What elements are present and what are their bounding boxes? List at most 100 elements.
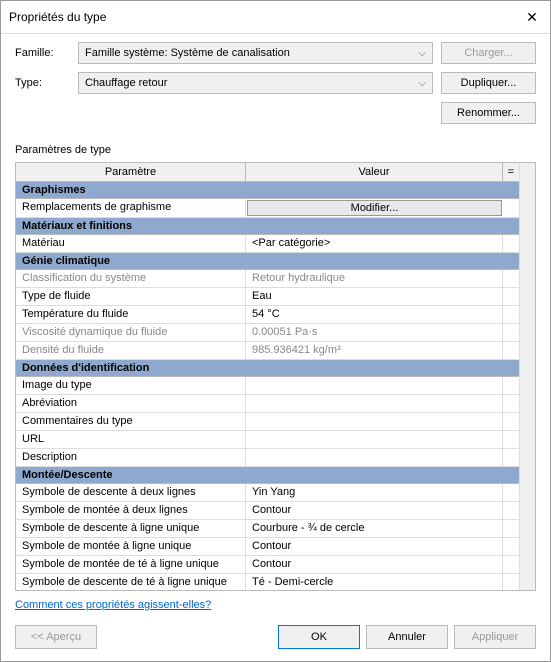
value-cell[interactable]: Té - Demi-cercle bbox=[246, 574, 503, 590]
param-cell: Viscosité dynamique du fluide bbox=[16, 324, 246, 341]
table-row[interactable]: Description bbox=[16, 449, 519, 467]
param-cell: Image du type bbox=[16, 377, 246, 394]
table-row[interactable]: Viscosité dynamique du fluide0.00051 Pa·… bbox=[16, 324, 519, 342]
param-cell: Remplacements de graphisme bbox=[16, 199, 246, 217]
eq-cell bbox=[503, 270, 519, 287]
value-cell[interactable]: Retour hydraulique bbox=[246, 270, 503, 287]
edit-button[interactable]: Modifier... bbox=[247, 200, 502, 216]
table-row[interactable]: Commentaires du type bbox=[16, 413, 519, 431]
eq-cell bbox=[503, 235, 519, 252]
eq-cell bbox=[503, 377, 519, 394]
help-link[interactable]: Comment ces propriétés agissent-elles? bbox=[15, 599, 211, 611]
table-row[interactable]: Densité du fluide985.936421 kg/m³ bbox=[16, 342, 519, 360]
table-row[interactable]: Symbole de montée à ligne uniqueContour bbox=[16, 538, 519, 556]
eq-cell bbox=[503, 520, 519, 537]
eq-cell bbox=[503, 413, 519, 430]
close-icon[interactable]: ✕ bbox=[522, 7, 542, 27]
type-properties-dialog: Propriétés du type ✕ Famille: Famille sy… bbox=[0, 0, 551, 662]
value-cell[interactable] bbox=[246, 395, 503, 412]
eq-cell bbox=[503, 449, 519, 466]
value-cell[interactable]: 985.936421 kg/m³ bbox=[246, 342, 503, 359]
param-cell: URL bbox=[16, 431, 246, 448]
family-value: Famille système: Système de canalisation bbox=[85, 47, 290, 59]
eq-cell bbox=[503, 199, 519, 217]
cancel-button[interactable]: Annuler bbox=[366, 625, 448, 649]
eq-cell bbox=[503, 431, 519, 448]
eq-cell bbox=[503, 538, 519, 555]
param-cell: Commentaires du type bbox=[16, 413, 246, 430]
col-header-eq[interactable]: = bbox=[503, 163, 519, 181]
eq-cell bbox=[503, 502, 519, 519]
value-cell[interactable] bbox=[246, 413, 503, 430]
value-cell[interactable] bbox=[246, 377, 503, 394]
table-row[interactable]: Classification du systèmeRetour hydrauli… bbox=[16, 270, 519, 288]
eq-cell bbox=[503, 342, 519, 359]
param-cell: Symbole de descente de té à ligne unique bbox=[16, 574, 246, 590]
table-row[interactable]: Matériau<Par catégorie> bbox=[16, 235, 519, 253]
duplicate-button[interactable]: Dupliquer... bbox=[441, 72, 536, 94]
scrollbar[interactable] bbox=[519, 163, 535, 590]
table-row[interactable]: Symbole de descente à deux lignesYin Yan… bbox=[16, 484, 519, 502]
param-cell: Description bbox=[16, 449, 246, 466]
rename-button[interactable]: Renommer... bbox=[441, 102, 536, 124]
table-row[interactable]: Température du fluide54 °C bbox=[16, 306, 519, 324]
table-row[interactable]: URL bbox=[16, 431, 519, 449]
group-header[interactable]: Graphismes bbox=[16, 182, 519, 199]
param-cell: Abréviation bbox=[16, 395, 246, 412]
param-cell: Type de fluide bbox=[16, 288, 246, 305]
type-value: Chauffage retour bbox=[85, 77, 167, 89]
param-cell: Classification du système bbox=[16, 270, 246, 287]
table-row[interactable]: Symbole de montée à deux lignesContour bbox=[16, 502, 519, 520]
col-header-param[interactable]: Paramètre bbox=[16, 163, 246, 181]
type-label: Type: bbox=[15, 77, 70, 89]
load-button: Charger... bbox=[441, 42, 536, 64]
ok-button[interactable]: OK bbox=[278, 625, 360, 649]
param-cell: Symbole de descente à deux lignes bbox=[16, 484, 246, 501]
param-cell: Symbole de montée à ligne unique bbox=[16, 538, 246, 555]
value-cell[interactable]: Eau bbox=[246, 288, 503, 305]
eq-cell bbox=[503, 324, 519, 341]
group-header[interactable]: Génie climatique bbox=[16, 253, 519, 270]
dialog-title: Propriétés du type bbox=[9, 10, 106, 24]
top-form: Famille: Famille système: Système de can… bbox=[1, 34, 550, 136]
value-cell[interactable]: Contour bbox=[246, 538, 503, 555]
param-cell: Densité du fluide bbox=[16, 342, 246, 359]
value-cell[interactable] bbox=[246, 431, 503, 448]
param-cell: Symbole de descente à ligne unique bbox=[16, 520, 246, 537]
family-label: Famille: bbox=[15, 47, 70, 59]
params-grid-wrap: Paramètre Valeur = GraphismesRemplacemen… bbox=[15, 162, 536, 591]
table-row[interactable]: Symbole de descente à ligne uniqueCourbu… bbox=[16, 520, 519, 538]
value-cell[interactable] bbox=[246, 449, 503, 466]
group-header[interactable]: Données d'identification bbox=[16, 360, 519, 377]
value-cell[interactable]: Courbure - ¾ de cercle bbox=[246, 520, 503, 537]
table-row[interactable]: Abréviation bbox=[16, 395, 519, 413]
param-cell: Symbole de montée de té à ligne unique bbox=[16, 556, 246, 573]
table-row[interactable]: Symbole de descente de té à ligne unique… bbox=[16, 574, 519, 590]
eq-cell bbox=[503, 395, 519, 412]
value-cell[interactable]: 0.00051 Pa·s bbox=[246, 324, 503, 341]
type-combo[interactable]: Chauffage retour bbox=[78, 72, 433, 94]
col-header-value[interactable]: Valeur bbox=[246, 163, 503, 181]
params-grid[interactable]: Paramètre Valeur = GraphismesRemplacemen… bbox=[16, 163, 519, 590]
group-header[interactable]: Matériaux et finitions bbox=[16, 218, 519, 235]
group-header[interactable]: Montée/Descente bbox=[16, 467, 519, 484]
value-cell[interactable]: Yin Yang bbox=[246, 484, 503, 501]
eq-cell bbox=[503, 556, 519, 573]
family-combo[interactable]: Famille système: Système de canalisation bbox=[78, 42, 433, 64]
eq-cell bbox=[503, 288, 519, 305]
table-row[interactable]: Remplacements de graphismeModifier... bbox=[16, 199, 519, 218]
table-row[interactable]: Type de fluideEau bbox=[16, 288, 519, 306]
titlebar: Propriétés du type ✕ bbox=[1, 1, 550, 34]
value-cell[interactable]: Contour bbox=[246, 556, 503, 573]
table-row[interactable]: Symbole de montée de té à ligne uniqueCo… bbox=[16, 556, 519, 574]
eq-cell bbox=[503, 306, 519, 323]
value-cell[interactable]: Contour bbox=[246, 502, 503, 519]
param-cell: Matériau bbox=[16, 235, 246, 252]
footer-buttons: << Aperçu OK Annuler Appliquer bbox=[1, 619, 550, 661]
eq-cell bbox=[503, 574, 519, 590]
value-cell[interactable]: 54 °C bbox=[246, 306, 503, 323]
params-section-label: Paramètres de type bbox=[1, 140, 550, 160]
table-row[interactable]: Image du type bbox=[16, 377, 519, 395]
value-cell[interactable]: <Par catégorie> bbox=[246, 235, 503, 252]
preview-button: << Aperçu bbox=[15, 625, 97, 649]
